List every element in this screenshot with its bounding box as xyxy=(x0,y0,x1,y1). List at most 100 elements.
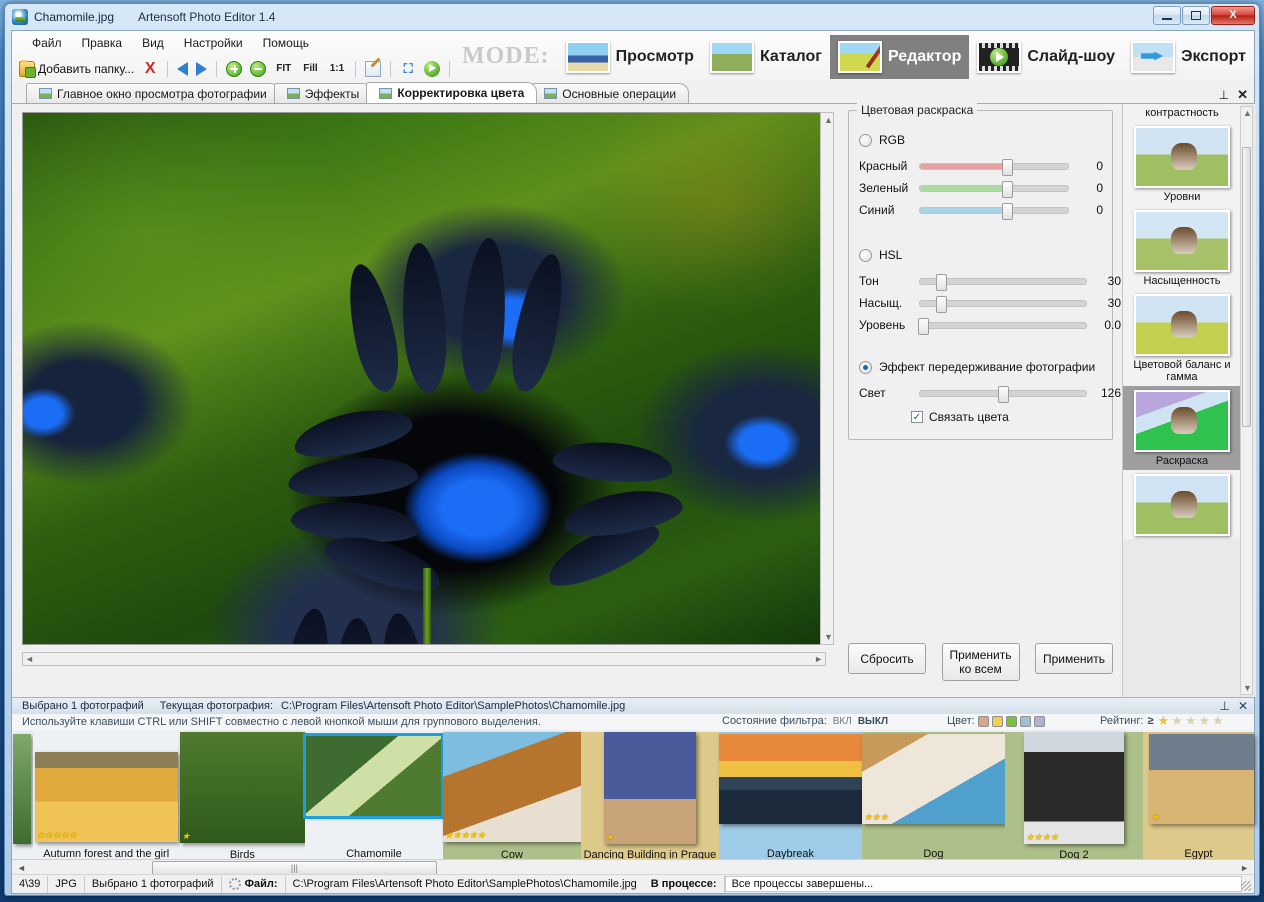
list-item[interactable]: ★ ★ ★ Dog xyxy=(861,732,1005,862)
slider-hue-track[interactable] xyxy=(919,273,1087,291)
thumbnail-image[interactable]: ★ xyxy=(603,732,696,844)
radio-rgb[interactable]: RGB xyxy=(859,133,905,147)
preset-item-saturation[interactable]: Насыщенность xyxy=(1123,206,1241,290)
mode-button-slideshow[interactable]: Слайд-шоу xyxy=(969,35,1123,79)
slider-saturation[interactable]: Насыщ. 30 xyxy=(859,295,1121,313)
reset-button[interactable]: Сбросить xyxy=(848,643,926,674)
list-item[interactable]: ★ Birds xyxy=(179,732,305,862)
list-item[interactable]: ★ ★ ★ ★ ★ Autumn forest and the girl xyxy=(32,732,180,862)
fullscreen-button[interactable]: ⛶ xyxy=(397,58,419,79)
thumbnail-image[interactable]: ★ ★ ★ ★ ★ xyxy=(34,752,178,842)
color-swatch-4[interactable] xyxy=(1019,715,1031,727)
mode-button-catalog[interactable]: Каталог xyxy=(702,35,830,79)
menu-item-help[interactable]: Помощь xyxy=(253,33,319,53)
thumbnail-image[interactable]: ★ ★ ★ xyxy=(861,734,1005,824)
radio-overexposure[interactable]: Эффект передерживание фотографии xyxy=(859,360,1095,374)
list-item[interactable]: ★ Dancing Building in Prague xyxy=(580,732,719,862)
slider-green-track[interactable] xyxy=(919,180,1069,198)
filter-off-option[interactable]: ВЫКЛ xyxy=(858,716,888,727)
apply-button[interactable]: Применить xyxy=(1035,643,1113,674)
slider-light-track[interactable] xyxy=(919,385,1087,403)
list-item[interactable]: ★ ★ ★ ★ Dog 2 xyxy=(1004,732,1143,862)
tab-main-viewer[interactable]: Главное окно просмотра фотографии xyxy=(26,83,280,103)
maximize-button[interactable] xyxy=(1182,6,1210,25)
slider-blue[interactable]: Синий 0 xyxy=(859,202,1107,220)
preset-item-contrast[interactable]: контрастность xyxy=(1123,104,1241,122)
rename-button[interactable] xyxy=(362,58,384,79)
checkbox-link-colors[interactable]: ✓ Связать цвета xyxy=(911,410,1009,424)
filter-on-option[interactable]: ВКЛ xyxy=(833,716,852,727)
mode-button-view[interactable]: Просмотр xyxy=(558,35,702,79)
menu-item-settings[interactable]: Настройки xyxy=(174,33,253,53)
menu-item-file[interactable]: Файл xyxy=(22,33,72,53)
color-swatch-2[interactable] xyxy=(991,715,1003,727)
delete-button[interactable]: X xyxy=(139,58,161,79)
slider-red-track[interactable] xyxy=(919,158,1069,176)
thumbnail-image-selected[interactable] xyxy=(303,733,445,819)
rating-star-5[interactable]: ★ xyxy=(1212,714,1224,727)
actual-size-button[interactable]: 1:1 xyxy=(325,58,349,79)
preset-item-next[interactable] xyxy=(1123,470,1241,539)
viewer-horizontal-scrollbar[interactable]: ◄ ► xyxy=(22,652,826,666)
pin-icon[interactable]: ⊥ xyxy=(1219,88,1229,102)
add-folder-button[interactable]: Добавить папку... xyxy=(16,58,137,79)
scroll-right-arrow-icon[interactable]: ► xyxy=(1240,863,1254,873)
slider-saturation-track[interactable] xyxy=(919,295,1087,313)
slider-green[interactable]: Зеленый 0 xyxy=(859,180,1107,198)
viewer-vertical-scrollbar[interactable]: ▲ ▼ xyxy=(820,112,834,645)
next-photo-button[interactable] xyxy=(193,58,210,79)
slideshow-play-button[interactable] xyxy=(421,58,443,79)
slider-red[interactable]: Красный 0 xyxy=(859,158,1107,176)
close-button[interactable]: X xyxy=(1211,6,1255,25)
thumbnail-image[interactable]: ★ ★ ★ ★ ★ xyxy=(442,732,581,842)
resize-grip[interactable] xyxy=(1241,881,1251,891)
thumbnail-image[interactable]: ★ xyxy=(179,732,305,843)
fit-button[interactable]: FIT xyxy=(271,58,296,79)
slider-hue[interactable]: Тон 30 xyxy=(859,273,1121,291)
filmstrip-scroll-track[interactable]: ||| xyxy=(42,860,1224,875)
edited-photo-canvas[interactable] xyxy=(22,112,826,645)
filmstrip-scrollbar[interactable]: ◄ ||| ► xyxy=(12,859,1254,875)
rating-operator[interactable]: ≥ xyxy=(1147,715,1153,727)
rating-star-4[interactable]: ★ xyxy=(1198,714,1210,727)
tab-color-correction[interactable]: Корректировка цвета xyxy=(366,82,538,103)
thumbnail-image[interactable]: ★ ★ ★ ★ xyxy=(1023,732,1124,844)
slider-level-track[interactable] xyxy=(918,317,1087,335)
close-icon[interactable]: ✕ xyxy=(1238,699,1248,713)
fill-button[interactable]: Fill xyxy=(298,58,322,79)
pin-icon[interactable]: ⊥ xyxy=(1219,699,1229,713)
tab-basic-operations[interactable]: Основные операции xyxy=(531,83,690,103)
thumbnail-partial[interactable] xyxy=(13,734,32,844)
tab-effects[interactable]: Эффекты xyxy=(273,83,373,103)
radio-hsl[interactable]: HSL xyxy=(859,248,902,262)
filmstrip-scroll-thumb[interactable]: ||| xyxy=(151,860,437,875)
zoom-out-button[interactable] xyxy=(247,58,269,79)
mode-button-export[interactable]: Экспорт xyxy=(1123,35,1254,79)
list-item[interactable] xyxy=(12,732,33,862)
close-panel-icon[interactable]: ✕ xyxy=(1237,87,1248,103)
thumbnail-image[interactable] xyxy=(718,734,862,824)
preset-scrollbar-thumb[interactable] xyxy=(1242,147,1251,427)
apply-to-all-button[interactable]: Применить ко всем xyxy=(941,643,1020,681)
rating-star-2[interactable]: ★ xyxy=(1171,714,1183,727)
rating-star-3[interactable]: ★ xyxy=(1185,714,1197,727)
slider-level[interactable]: Уровень 0.0 xyxy=(859,317,1121,335)
previous-photo-button[interactable] xyxy=(174,58,191,79)
menu-item-view[interactable]: Вид xyxy=(132,33,174,53)
list-item[interactable]: Daybreak xyxy=(718,732,862,862)
list-item[interactable]: ★ Egypt xyxy=(1142,732,1254,862)
minimize-button[interactable] xyxy=(1153,6,1181,25)
slider-blue-track[interactable] xyxy=(919,202,1069,220)
list-item[interactable]: ★ ★ ★ ★ ★ Cow xyxy=(442,732,581,862)
color-swatch-1[interactable] xyxy=(977,715,989,727)
mode-button-editor[interactable]: Редактор xyxy=(829,34,970,79)
list-item[interactable]: Chamomile xyxy=(303,732,445,862)
menu-item-edit[interactable]: Правка xyxy=(72,33,133,53)
zoom-in-button[interactable] xyxy=(223,58,245,79)
color-swatch-3[interactable] xyxy=(1005,715,1017,727)
rating-star-1[interactable]: ★ xyxy=(1158,714,1170,727)
thumbnail-image[interactable]: ★ xyxy=(1148,734,1254,824)
preset-item-levels[interactable]: Уровни xyxy=(1123,122,1241,206)
preset-item-colorize[interactable]: Раскраска xyxy=(1123,386,1241,470)
scroll-left-arrow-icon[interactable]: ◄ xyxy=(12,863,26,873)
